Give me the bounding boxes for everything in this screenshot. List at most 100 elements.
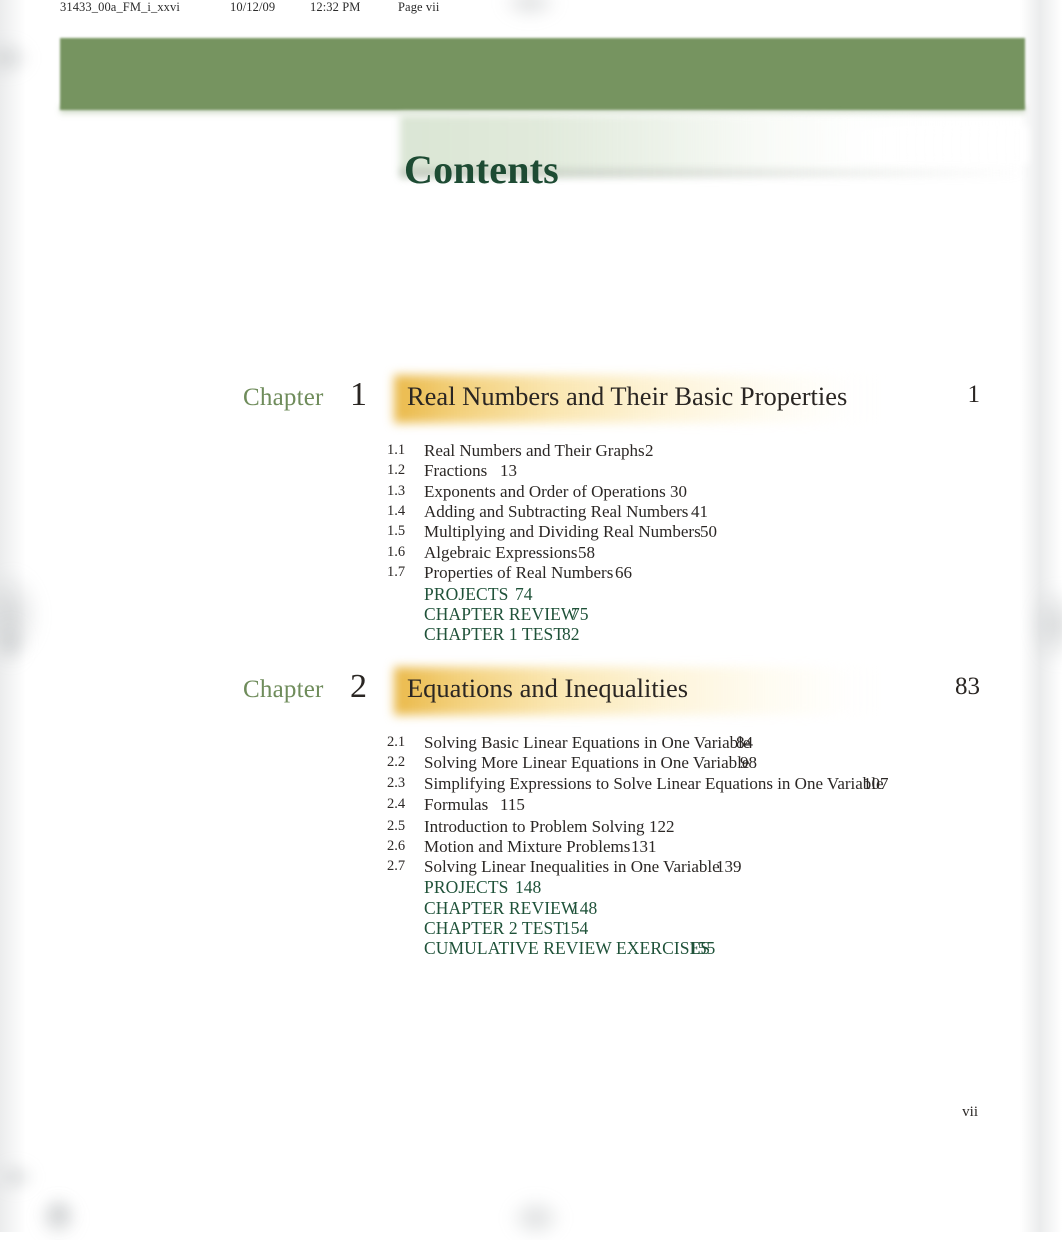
section-number: 2.4 bbox=[387, 795, 406, 812]
section-row[interactable]: 2.5 Introduction to Problem Solving 122 bbox=[0, 816, 1062, 838]
section-number: 1.5 bbox=[387, 523, 406, 540]
page-folio: vii bbox=[962, 1104, 978, 1120]
section-page: 115 bbox=[500, 794, 525, 814]
chapter-label-2: Chapter bbox=[243, 676, 324, 703]
section-number: 1.7 bbox=[387, 564, 406, 581]
section-number: 1.4 bbox=[387, 502, 406, 519]
section-page: 2 bbox=[645, 441, 654, 460]
section-row[interactable]: 2.7 Solving Linear Inequalities in One V… bbox=[0, 857, 1062, 878]
section-title[interactable]: Solving Basic Linear Equations in One Va… bbox=[424, 733, 750, 753]
section-title[interactable]: Motion and Mixture Problems bbox=[424, 837, 630, 857]
section-number: 2.7 bbox=[387, 858, 406, 875]
chapter-title-1[interactable]: Real Numbers and Their Basic Properties bbox=[407, 381, 847, 412]
special-row[interactable]: PROJECTS 74 bbox=[0, 584, 1062, 605]
special-row[interactable]: CHAPTER REVIEW 75 bbox=[0, 604, 1062, 625]
chapter-label-1: Chapter bbox=[243, 384, 324, 411]
section-list-1: 1.1 Real Numbers and Their Graphs 2 1.2 … bbox=[0, 441, 1062, 646]
header-green-banner bbox=[60, 38, 1025, 110]
section-number: 1.6 bbox=[387, 544, 406, 561]
chapter-page-2: 83 bbox=[955, 673, 980, 700]
section-number: 2.6 bbox=[387, 837, 406, 854]
chapter-block-1: Chapter 1 Real Numbers and Their Basic P… bbox=[0, 374, 1062, 646]
section-page: 98 bbox=[740, 753, 757, 773]
section-number: 1.1 bbox=[387, 442, 406, 458]
section-title[interactable]: Real Numbers and Their Graphs bbox=[424, 441, 645, 461]
section-title[interactable]: Algebraic Expressions bbox=[424, 543, 577, 563]
section-title[interactable]: Solving More Linear Equations in One Var… bbox=[424, 753, 749, 773]
special-title[interactable]: PROJECTS bbox=[424, 584, 508, 605]
section-page: 41 bbox=[691, 501, 708, 521]
section-page: 131 bbox=[631, 836, 657, 856]
scan-artifact bbox=[36, 1196, 80, 1240]
special-row[interactable]: PROJECTS 148 bbox=[0, 877, 1062, 898]
special-row[interactable]: CHAPTER REVIEW 148 bbox=[0, 898, 1062, 919]
chapter-heading-2[interactable]: Chapter 2 Equations and Inequalities 83 bbox=[0, 666, 1062, 718]
special-page: 148 bbox=[515, 877, 542, 898]
section-number: 2.3 bbox=[387, 774, 406, 791]
section-page: 58 bbox=[578, 543, 595, 563]
special-title[interactable]: CHAPTER 1 TEST bbox=[424, 624, 564, 645]
section-title[interactable]: Fractions bbox=[424, 461, 487, 481]
chapter-number-2: 2 bbox=[350, 668, 367, 705]
chapter-number-1: 1 bbox=[350, 376, 367, 413]
section-page: 13 bbox=[500, 461, 517, 481]
section-title[interactable]: Solving Linear Inequalities in One Varia… bbox=[424, 857, 720, 877]
section-title[interactable]: Adding and Subtracting Real Numbers bbox=[424, 502, 688, 522]
section-number: 2.5 bbox=[387, 817, 406, 834]
scan-artifact bbox=[508, 1196, 564, 1240]
section-row[interactable]: 1.3 Exponents and Order of Operations 30 bbox=[0, 481, 1062, 503]
section-number: 1.2 bbox=[387, 462, 406, 479]
section-title[interactable]: Exponents and Order of Operations bbox=[424, 482, 666, 502]
section-title[interactable]: Properties of Real Numbers bbox=[424, 563, 613, 583]
section-title[interactable]: Formulas bbox=[424, 795, 488, 815]
scan-artifact bbox=[44, 1196, 74, 1230]
section-row[interactable]: 2.6 Motion and Mixture Problems 131 bbox=[0, 836, 1062, 858]
special-page: 75 bbox=[571, 604, 589, 625]
section-row[interactable]: 2.1 Solving Basic Linear Equations in On… bbox=[0, 733, 1062, 754]
section-number: 1.3 bbox=[387, 482, 406, 499]
title-background-highlight bbox=[820, 126, 1028, 164]
section-row[interactable]: 1.5 Multiplying and Dividing Real Number… bbox=[0, 522, 1062, 544]
section-row[interactable]: 1.6 Algebraic Expressions 58 bbox=[0, 543, 1062, 564]
special-row[interactable]: CHAPTER 1 TEST 82 bbox=[0, 624, 1062, 645]
special-title[interactable]: CHAPTER REVIEW bbox=[424, 898, 578, 919]
special-title[interactable]: PROJECTS bbox=[424, 877, 508, 898]
section-row[interactable]: 1.4 Adding and Subtracting Real Numbers … bbox=[0, 501, 1062, 523]
section-title[interactable]: Multiplying and Dividing Real Numbers bbox=[424, 522, 701, 542]
section-page: 139 bbox=[716, 857, 742, 877]
slug-page-ref: Page vii bbox=[398, 0, 440, 14]
chapter-heading-1[interactable]: Chapter 1 Real Numbers and Their Basic P… bbox=[0, 374, 1062, 426]
section-page: 122 bbox=[649, 816, 675, 836]
section-row[interactable]: 1.2 Fractions 13 bbox=[0, 461, 1062, 482]
section-row[interactable]: 2.3 Simplifying Expressions to Solve Lin… bbox=[0, 774, 1062, 796]
section-row[interactable]: 1.7 Properties of Real Numbers 66 bbox=[0, 563, 1062, 584]
chapter-page-1: 1 bbox=[967, 381, 981, 408]
chapter-block-2: Chapter 2 Equations and Inequalities 83 … bbox=[0, 666, 1062, 960]
section-page: 66 bbox=[615, 563, 632, 583]
section-title[interactable]: Introduction to Problem Solving bbox=[424, 817, 645, 837]
special-title[interactable]: CHAPTER 2 TEST bbox=[424, 918, 564, 939]
scan-artifact bbox=[0, 40, 32, 76]
section-page: 50 bbox=[700, 522, 717, 542]
special-page: 155 bbox=[689, 938, 716, 959]
section-number: 2.1 bbox=[387, 734, 406, 750]
slug-filename: 31433_00a_FM_i_xxvi bbox=[60, 0, 180, 14]
printer-slug-line: 31433_00a_FM_i_xxvi 10/12/09 12:32 PM Page … bbox=[60, 0, 1000, 18]
section-row[interactable]: 2.2 Solving More Linear Equations in One… bbox=[0, 753, 1062, 774]
section-list-2: 2.1 Solving Basic Linear Equations in On… bbox=[0, 733, 1062, 960]
special-page: 82 bbox=[562, 624, 580, 645]
section-row[interactable]: 1.1 Real Numbers and Their Graphs 2 bbox=[0, 441, 1062, 462]
page-title: Contents bbox=[404, 146, 559, 192]
special-page: 154 bbox=[562, 918, 589, 939]
section-row[interactable]: 2.4 Formulas 115 bbox=[0, 794, 1062, 818]
scan-artifact bbox=[0, 1162, 36, 1192]
special-title[interactable]: CUMULATIVE REVIEW EXERCISES bbox=[424, 938, 710, 959]
special-title[interactable]: CHAPTER REVIEW bbox=[424, 604, 578, 625]
special-row[interactable]: CHAPTER 2 TEST 154 bbox=[0, 918, 1062, 939]
section-title[interactable]: Simplifying Expressions to Solve Linear … bbox=[424, 774, 884, 794]
section-page: 84 bbox=[736, 733, 753, 752]
section-page: 30 bbox=[670, 481, 687, 501]
slug-date: 10/12/09 bbox=[230, 0, 276, 14]
chapter-title-2[interactable]: Equations and Inequalities bbox=[407, 673, 688, 704]
special-row[interactable]: CUMULATIVE REVIEW EXERCISES 155 bbox=[0, 938, 1062, 959]
